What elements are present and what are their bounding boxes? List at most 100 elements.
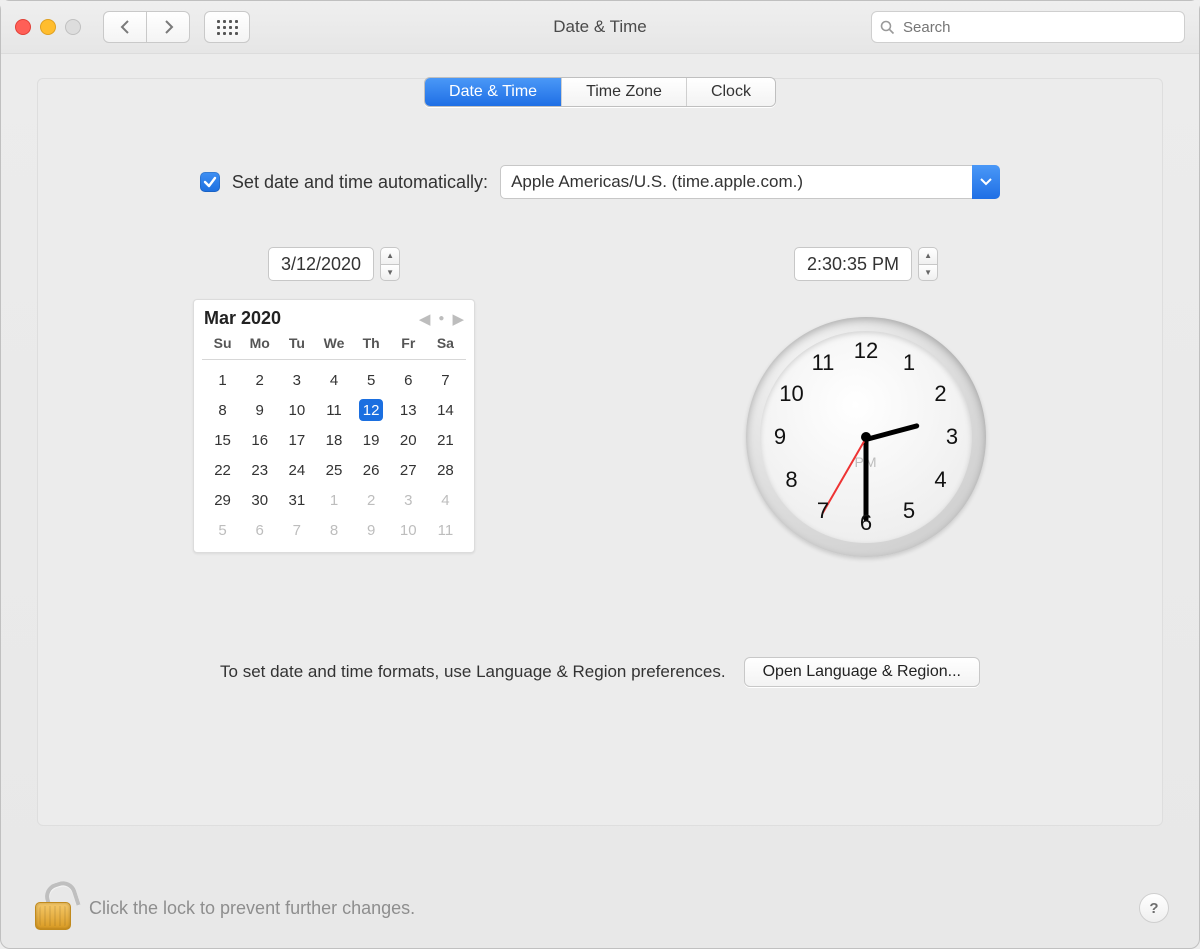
stepper-up-icon[interactable]: ▲ — [918, 247, 938, 264]
calendar-day[interactable]: 9 — [353, 518, 390, 542]
calendar-day[interactable]: 6 — [390, 368, 427, 392]
check-icon — [203, 175, 217, 189]
combo-dropdown-button[interactable] — [972, 165, 1000, 199]
calendar-day[interactable]: 11 — [427, 518, 464, 542]
calendar-month-label: Mar 2020 — [204, 308, 281, 329]
minimize-window-button[interactable] — [40, 19, 56, 35]
calendar-day[interactable]: 26 — [353, 458, 390, 482]
calendar-day[interactable]: 2 — [353, 488, 390, 512]
clock-number: 12 — [854, 338, 878, 364]
time-stepper[interactable]: 2:30:35 PM ▲▼ — [794, 247, 938, 281]
stepper-up-icon[interactable]: ▲ — [380, 247, 400, 264]
clock-number: 4 — [934, 467, 946, 493]
calendar[interactable]: Mar 2020 ◀ ● ▶ SuMoTuWeThFrSa12345678910… — [193, 299, 475, 553]
calendar-day[interactable]: 1 — [204, 368, 241, 392]
date-stepper[interactable]: 3/12/2020 ▲▼ — [268, 247, 400, 281]
calendar-day[interactable]: 1 — [315, 488, 352, 512]
preferences-window: Date & Time Date & TimeTime ZoneClock Se… — [0, 0, 1200, 949]
calendar-day[interactable]: 12 — [353, 398, 390, 422]
calendar-day[interactable]: 7 — [427, 368, 464, 392]
calendar-day[interactable]: 10 — [390, 518, 427, 542]
calendar-dow: Tu — [278, 335, 315, 351]
clock-number: 11 — [812, 350, 835, 376]
auto-set-checkbox[interactable] — [200, 172, 220, 192]
stepper-down-icon[interactable]: ▼ — [380, 264, 400, 282]
calendar-day[interactable]: 8 — [315, 518, 352, 542]
clock-number: 9 — [774, 424, 786, 450]
calendar-day[interactable]: 2 — [241, 368, 278, 392]
calendar-day[interactable]: 13 — [390, 398, 427, 422]
time-stepper-buttons[interactable]: ▲▼ — [918, 247, 938, 281]
date-value[interactable]: 3/12/2020 — [268, 247, 374, 281]
clock-number: 10 — [779, 381, 803, 407]
calendar-day[interactable]: 29 — [204, 488, 241, 512]
calendar-day[interactable]: 3 — [390, 488, 427, 512]
calendar-prev-icon[interactable]: ◀ — [419, 310, 431, 328]
calendar-day[interactable]: 24 — [278, 458, 315, 482]
calendar-day[interactable]: 9 — [241, 398, 278, 422]
tab-bar: Date & TimeTime ZoneClock — [424, 77, 776, 107]
calendar-day[interactable]: 15 — [204, 428, 241, 452]
show-all-button[interactable] — [204, 11, 250, 43]
clock-number: 8 — [785, 467, 797, 493]
calendar-dow: Fr — [390, 335, 427, 351]
calendar-day[interactable]: 5 — [353, 368, 390, 392]
calendar-dow: Th — [353, 335, 390, 351]
calendar-dow: Mo — [241, 335, 278, 351]
chevron-down-icon — [980, 178, 992, 186]
calendar-day[interactable]: 4 — [315, 368, 352, 392]
calendar-day[interactable]: 16 — [241, 428, 278, 452]
calendar-day[interactable]: 31 — [278, 488, 315, 512]
calendar-day[interactable]: 25 — [315, 458, 352, 482]
calendar-day[interactable]: 4 — [427, 488, 464, 512]
help-button[interactable]: ? — [1139, 893, 1169, 923]
calendar-day[interactable]: 21 — [427, 428, 464, 452]
calendar-day[interactable]: 19 — [353, 428, 390, 452]
auto-set-row: Set date and time automatically: Apple A… — [68, 165, 1132, 199]
forward-button[interactable] — [147, 11, 190, 43]
calendar-day[interactable]: 8 — [204, 398, 241, 422]
format-hint-text: To set date and time formats, use Langua… — [220, 662, 726, 682]
calendar-dow: Su — [204, 335, 241, 351]
calendar-day[interactable]: 23 — [241, 458, 278, 482]
close-window-button[interactable] — [15, 19, 31, 35]
tab-date-time[interactable]: Date & Time — [425, 78, 562, 106]
stepper-down-icon[interactable]: ▼ — [918, 264, 938, 282]
back-button[interactable] — [103, 11, 147, 43]
calendar-day[interactable]: 27 — [390, 458, 427, 482]
calendar-day[interactable]: 5 — [204, 518, 241, 542]
date-stepper-buttons[interactable]: ▲▼ — [380, 247, 400, 281]
clock-pivot — [861, 432, 871, 442]
calendar-day[interactable]: 3 — [278, 368, 315, 392]
time-value[interactable]: 2:30:35 PM — [794, 247, 912, 281]
traffic-lights — [15, 19, 81, 35]
search-input[interactable] — [901, 18, 1176, 37]
lock-hint-text: Click the lock to prevent further change… — [89, 898, 415, 919]
search-field[interactable] — [871, 11, 1185, 43]
tab-time-zone[interactable]: Time Zone — [562, 78, 687, 106]
calendar-day[interactable]: 6 — [241, 518, 278, 542]
analog-clock[interactable]: PM 121234567891011 — [746, 317, 986, 557]
calendar-day[interactable]: 14 — [427, 398, 464, 422]
calendar-day[interactable]: 28 — [427, 458, 464, 482]
clock-number: 2 — [934, 381, 946, 407]
clock-number: 6 — [860, 510, 872, 536]
time-server-combo[interactable]: Apple Americas/U.S. (time.apple.com.) — [500, 165, 1000, 199]
calendar-day[interactable]: 22 — [204, 458, 241, 482]
calendar-day[interactable]: 10 — [278, 398, 315, 422]
open-language-region-button[interactable]: Open Language & Region... — [744, 657, 980, 687]
calendar-day[interactable]: 20 — [390, 428, 427, 452]
tab-clock[interactable]: Clock — [687, 78, 775, 106]
time-column: 2:30:35 PM ▲▼ PM 121234567891011 — [600, 247, 1132, 557]
calendar-day[interactable]: 18 — [315, 428, 352, 452]
calendar-day[interactable]: 17 — [278, 428, 315, 452]
calendar-day[interactable]: 11 — [315, 398, 352, 422]
calendar-day[interactable]: 30 — [241, 488, 278, 512]
calendar-day[interactable]: 7 — [278, 518, 315, 542]
lock-button[interactable] — [31, 886, 73, 930]
clock-number: 7 — [817, 498, 829, 524]
zoom-window-button — [65, 19, 81, 35]
calendar-next-icon[interactable]: ▶ — [452, 310, 464, 328]
calendar-today-icon[interactable]: ● — [438, 313, 444, 324]
date-column: 3/12/2020 ▲▼ Mar 2020 ◀ ● ▶ SuMoTuWe — [68, 247, 600, 557]
